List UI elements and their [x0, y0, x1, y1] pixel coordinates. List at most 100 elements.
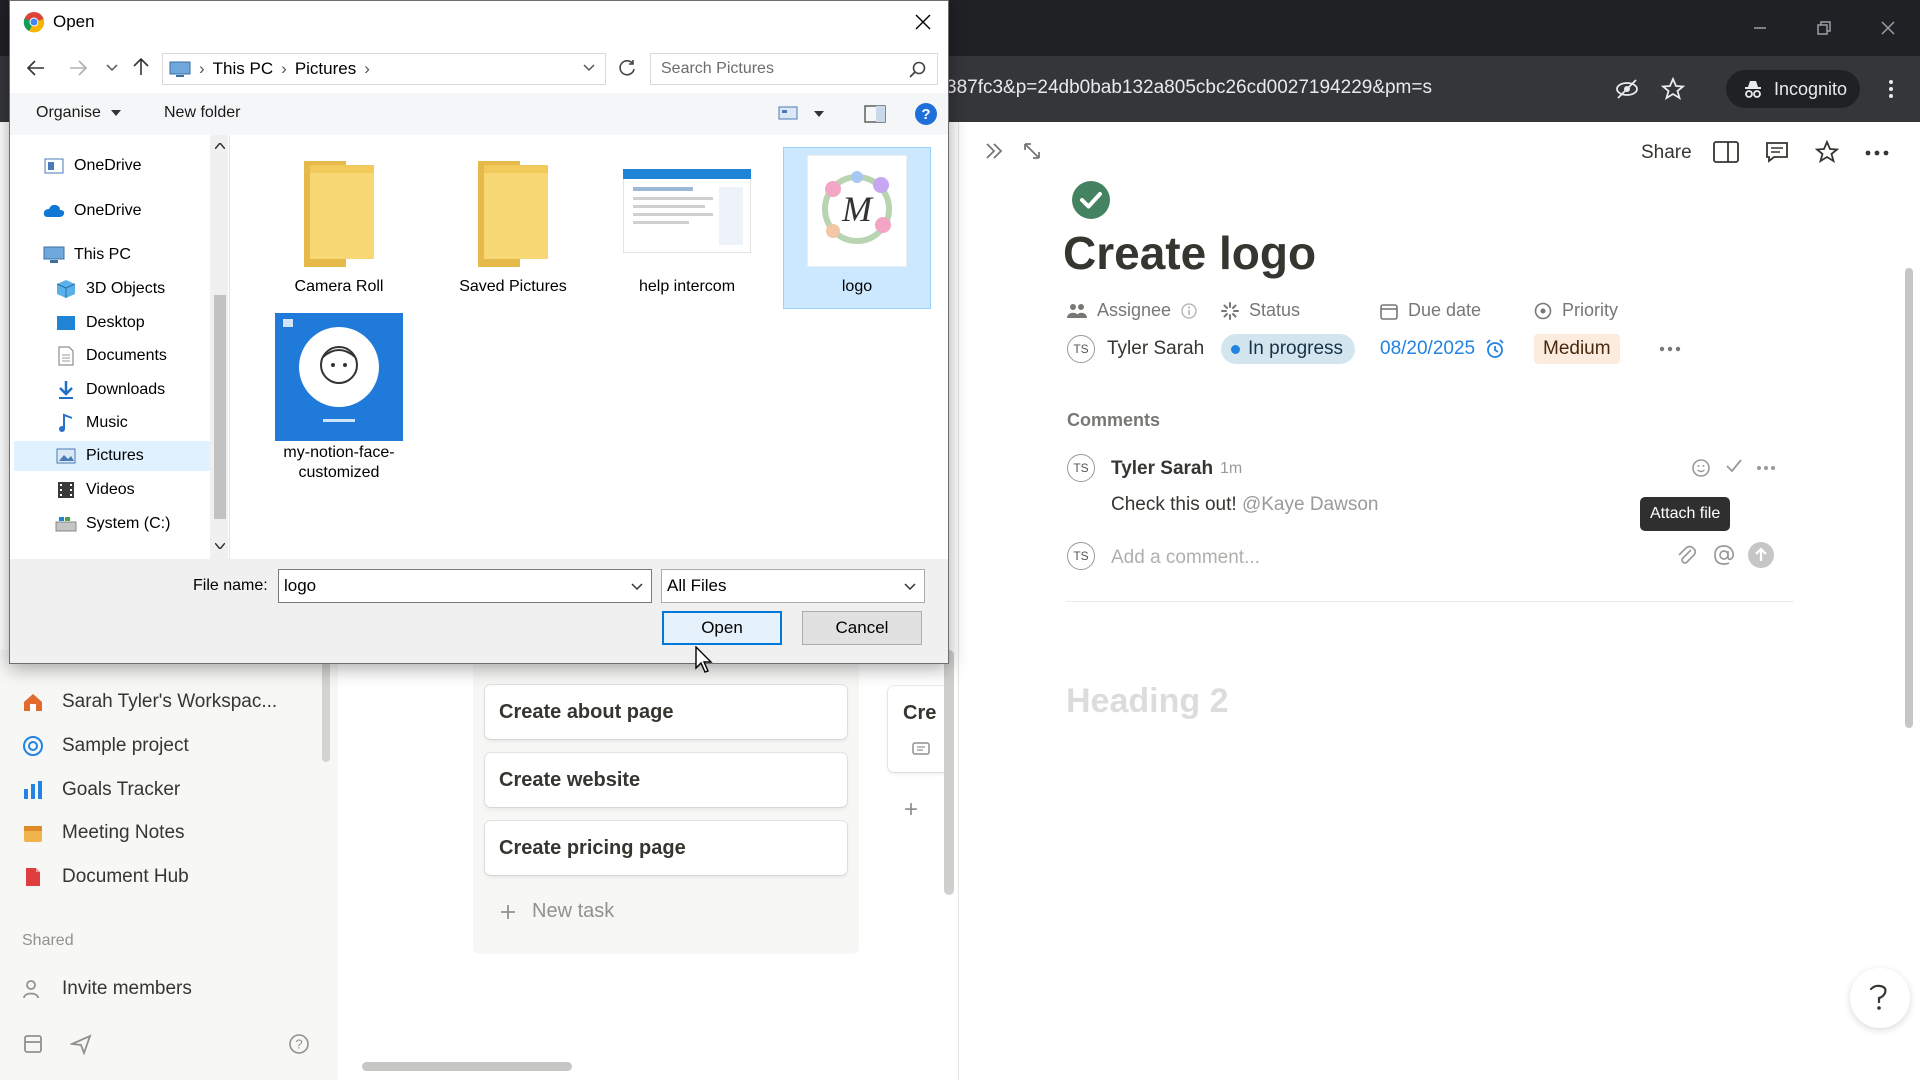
- tree-item-videos[interactable]: Videos: [54, 475, 135, 505]
- tree-item-pictures[interactable]: Pictures: [54, 441, 144, 471]
- mention-link[interactable]: @Kaye Dawson: [1242, 494, 1379, 515]
- task-card[interactable]: Create pricing page: [485, 821, 847, 875]
- preview-pane-icon[interactable]: [864, 105, 886, 123]
- sidebar-invite-members[interactable]: Invite members: [20, 971, 192, 1007]
- comment-more-button[interactable]: [1756, 465, 1776, 471]
- file-item-logo[interactable]: M logo: [782, 151, 932, 315]
- more-options-button[interactable]: [1865, 150, 1889, 156]
- sidebar-item-sample-project[interactable]: Sample project: [20, 728, 189, 764]
- chevron-down-icon[interactable]: [631, 583, 643, 591]
- new-folder-button[interactable]: New folder: [164, 104, 240, 122]
- sidebar-item-workspace[interactable]: Sarah Tyler's Workspac...: [20, 684, 277, 720]
- breadcrumb-item[interactable]: Pictures: [295, 59, 356, 79]
- task-card[interactable]: Create about page: [485, 685, 847, 739]
- view-options-chevron-icon[interactable]: [814, 111, 824, 117]
- tree-item-onedrive[interactable]: OneDrive: [42, 151, 142, 181]
- scroll-down-arrow-icon[interactable]: [215, 543, 225, 549]
- help-button[interactable]: ?: [286, 1026, 312, 1062]
- minimize-button[interactable]: [1728, 0, 1792, 56]
- file-name: help intercom: [638, 278, 736, 295]
- add-card-plus-icon[interactable]: +: [904, 796, 918, 824]
- task-card[interactable]: Create website: [485, 753, 847, 807]
- forward-arrow-icon[interactable]: [68, 59, 88, 77]
- back-arrow-icon[interactable]: [26, 59, 46, 77]
- new-task-button[interactable]: New task: [500, 900, 614, 923]
- incognito-indicator[interactable]: Incognito: [1726, 70, 1860, 108]
- tree-scrollbar[interactable]: [214, 295, 226, 519]
- due-date-value[interactable]: 08/20/2025: [1380, 334, 1505, 364]
- status-badge[interactable]: In progress: [1221, 334, 1356, 364]
- comment-input[interactable]: Add a comment...: [1111, 547, 1260, 569]
- more-properties-button[interactable]: [1659, 346, 1681, 352]
- property-label-assignee: Assignee: [1067, 300, 1197, 321]
- tree-item-downloads[interactable]: Downloads: [54, 375, 165, 405]
- tree-item-system-c[interactable]: System (C:): [54, 509, 170, 539]
- priority-badge[interactable]: Medium: [1534, 334, 1620, 364]
- share-button[interactable]: Share: [1641, 142, 1692, 164]
- tree-item-this-pc[interactable]: This PC: [42, 240, 131, 270]
- breadcrumb[interactable]: › This PC › Pictures ›: [162, 53, 606, 85]
- tree-item-onedrive-cloud[interactable]: OneDrive: [42, 196, 142, 226]
- comment-timestamp: 1m: [1220, 460, 1243, 477]
- organise-button[interactable]: Organise: [36, 104, 122, 122]
- mention-button[interactable]: [1713, 544, 1735, 566]
- tree-item-music[interactable]: Music: [54, 408, 128, 438]
- layout-toggle-button[interactable]: [1713, 141, 1739, 163]
- file-item-camera-roll[interactable]: Camera Roll: [264, 151, 414, 315]
- file-type-select[interactable]: All Files: [661, 569, 925, 603]
- dialog-close-button[interactable]: [908, 7, 938, 37]
- breadcrumb-item[interactable]: This PC: [213, 59, 273, 79]
- board-horizontal-scrollbar[interactable]: [362, 1062, 572, 1071]
- add-reaction-button[interactable]: [1691, 456, 1713, 478]
- favorite-button[interactable]: [1815, 140, 1839, 164]
- tree-item-desktop[interactable]: Desktop: [54, 308, 145, 338]
- chevron-down-icon[interactable]: [583, 64, 595, 72]
- close-panel-button[interactable]: [983, 140, 1005, 162]
- close-window-button[interactable]: [1856, 0, 1920, 56]
- status-spinner-icon: [1221, 301, 1239, 320]
- cancel-button[interactable]: Cancel: [802, 611, 922, 645]
- scroll-up-arrow-icon[interactable]: [215, 143, 225, 149]
- refresh-icon[interactable]: [618, 59, 636, 77]
- open-button[interactable]: Open: [662, 611, 782, 645]
- check-circle-icon[interactable]: [1071, 180, 1111, 220]
- browser-menu-button[interactable]: [1876, 74, 1906, 104]
- restore-button[interactable]: [1792, 0, 1856, 56]
- comments-button[interactable]: [1765, 141, 1789, 163]
- file-item-help-intercom[interactable]: help intercom: [612, 151, 762, 315]
- sidebar-item-meeting-notes[interactable]: Meeting Notes: [20, 815, 185, 851]
- panel-scrollbar[interactable]: [1905, 268, 1913, 728]
- file-item-my-notion-face[interactable]: my-notion-face-customized: [264, 313, 414, 507]
- recent-locations-chevron-icon[interactable]: [106, 64, 118, 72]
- bookmark-star-icon[interactable]: [1658, 74, 1688, 104]
- sidebar-scrollbar[interactable]: [322, 662, 330, 762]
- help-fab-button[interactable]: [1850, 968, 1910, 1028]
- up-arrow-icon[interactable]: [132, 57, 150, 77]
- search-input[interactable]: Search Pictures: [650, 53, 938, 85]
- tracking-protection-icon[interactable]: [1612, 74, 1642, 104]
- send-icon[interactable]: [68, 1031, 94, 1057]
- view-options-icon[interactable]: [778, 105, 798, 121]
- help-icon[interactable]: ?: [914, 102, 938, 126]
- expand-button[interactable]: [1021, 140, 1043, 162]
- file-item-saved-pictures[interactable]: Saved Pictures: [438, 151, 588, 315]
- sidebar-footer: [20, 1026, 94, 1062]
- templates-icon[interactable]: [20, 1031, 46, 1057]
- attach-file-button[interactable]: [1675, 544, 1697, 568]
- board-vertical-scrollbar[interactable]: [944, 650, 954, 895]
- breadcrumb-separator-icon: ›: [281, 59, 287, 78]
- tree-item-3d-objects[interactable]: 3D Objects: [54, 274, 165, 304]
- assignee-value[interactable]: TS Tyler Sarah: [1067, 334, 1204, 364]
- sidebar-item-goals-tracker[interactable]: Goals Tracker: [20, 772, 180, 808]
- tree-item-label: 3D Objects: [86, 280, 166, 297]
- divider: [1066, 601, 1794, 602]
- sidebar-item-document-hub[interactable]: Document Hub: [20, 859, 189, 895]
- page-title[interactable]: Create logo: [1063, 226, 1316, 280]
- send-comment-button[interactable]: [1747, 541, 1775, 569]
- tree-item-documents[interactable]: Documents: [54, 341, 167, 371]
- heading-placeholder[interactable]: Heading 2: [1066, 682, 1228, 721]
- url-field[interactable]: 387fc3&p=24db0bab132a805cbc26cd002719422…: [946, 77, 1432, 99]
- file-name-input[interactable]: logo: [278, 569, 652, 603]
- resolve-comment-button[interactable]: [1725, 458, 1743, 474]
- task-card-partial[interactable]: Cre: [888, 686, 948, 772]
